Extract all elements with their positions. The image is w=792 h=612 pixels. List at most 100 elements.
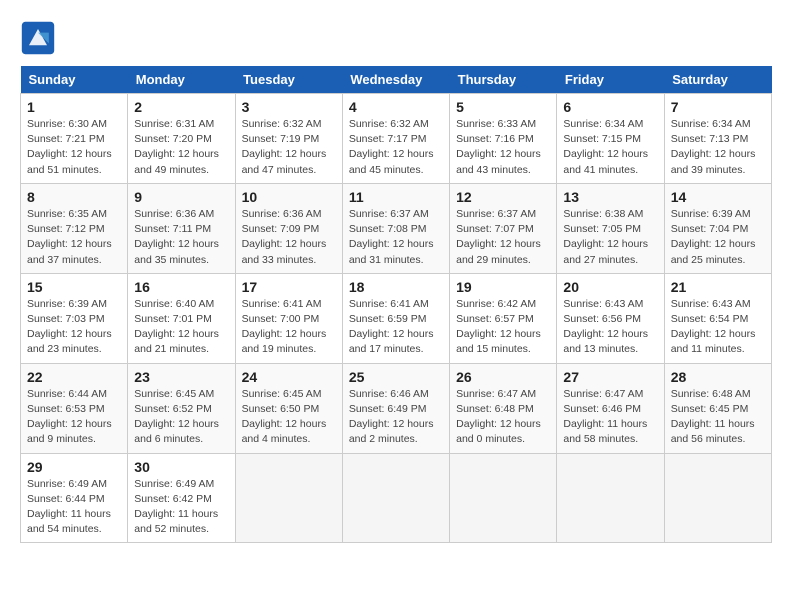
day-cell-26: 26 Sunrise: 6:47 AM Sunset: 6:48 PM Dayl… bbox=[450, 363, 557, 453]
day-info: Sunrise: 6:38 AM Sunset: 7:05 PM Dayligh… bbox=[563, 207, 657, 268]
day-cell-27: 27 Sunrise: 6:47 AM Sunset: 6:46 PM Dayl… bbox=[557, 363, 664, 453]
day-number: 15 bbox=[27, 279, 121, 295]
day-info: Sunrise: 6:48 AM Sunset: 6:45 PM Dayligh… bbox=[671, 387, 765, 448]
day-cell-12: 12 Sunrise: 6:37 AM Sunset: 7:07 PM Dayl… bbox=[450, 183, 557, 273]
day-number: 5 bbox=[456, 99, 550, 115]
day-info: Sunrise: 6:40 AM Sunset: 7:01 PM Dayligh… bbox=[134, 297, 228, 358]
day-info: Sunrise: 6:41 AM Sunset: 7:00 PM Dayligh… bbox=[242, 297, 336, 358]
day-cell-19: 19 Sunrise: 6:42 AM Sunset: 6:57 PM Dayl… bbox=[450, 273, 557, 363]
day-cell-7: 7 Sunrise: 6:34 AM Sunset: 7:13 PM Dayli… bbox=[664, 94, 771, 184]
header-wednesday: Wednesday bbox=[342, 66, 449, 94]
calendar-table: Sunday Monday Tuesday Wednesday Thursday… bbox=[20, 66, 772, 543]
page-header bbox=[20, 20, 772, 56]
day-number: 22 bbox=[27, 369, 121, 385]
header-sunday: Sunday bbox=[21, 66, 128, 94]
day-number: 28 bbox=[671, 369, 765, 385]
day-cell-18: 18 Sunrise: 6:41 AM Sunset: 6:59 PM Dayl… bbox=[342, 273, 449, 363]
day-number: 30 bbox=[134, 459, 228, 475]
day-info: Sunrise: 6:39 AM Sunset: 7:04 PM Dayligh… bbox=[671, 207, 765, 268]
day-info: Sunrise: 6:39 AM Sunset: 7:03 PM Dayligh… bbox=[27, 297, 121, 358]
day-info: Sunrise: 6:45 AM Sunset: 6:52 PM Dayligh… bbox=[134, 387, 228, 448]
day-info: Sunrise: 6:49 AM Sunset: 6:42 PM Dayligh… bbox=[134, 477, 228, 538]
day-number: 4 bbox=[349, 99, 443, 115]
day-info: Sunrise: 6:41 AM Sunset: 6:59 PM Dayligh… bbox=[349, 297, 443, 358]
day-number: 21 bbox=[671, 279, 765, 295]
header-saturday: Saturday bbox=[664, 66, 771, 94]
week-row-1: 1 Sunrise: 6:30 AM Sunset: 7:21 PM Dayli… bbox=[21, 94, 772, 184]
day-cell-20: 20 Sunrise: 6:43 AM Sunset: 6:56 PM Dayl… bbox=[557, 273, 664, 363]
day-cell-22: 22 Sunrise: 6:44 AM Sunset: 6:53 PM Dayl… bbox=[21, 363, 128, 453]
day-info: Sunrise: 6:35 AM Sunset: 7:12 PM Dayligh… bbox=[27, 207, 121, 268]
week-row-2: 8 Sunrise: 6:35 AM Sunset: 7:12 PM Dayli… bbox=[21, 183, 772, 273]
day-number: 23 bbox=[134, 369, 228, 385]
day-cell-29: 29 Sunrise: 6:49 AM Sunset: 6:44 PM Dayl… bbox=[21, 453, 128, 543]
day-cell-10: 10 Sunrise: 6:36 AM Sunset: 7:09 PM Dayl… bbox=[235, 183, 342, 273]
day-cell-24: 24 Sunrise: 6:45 AM Sunset: 6:50 PM Dayl… bbox=[235, 363, 342, 453]
day-info: Sunrise: 6:37 AM Sunset: 7:07 PM Dayligh… bbox=[456, 207, 550, 268]
day-cell-empty bbox=[342, 453, 449, 543]
day-info: Sunrise: 6:49 AM Sunset: 6:44 PM Dayligh… bbox=[27, 477, 121, 538]
day-cell-25: 25 Sunrise: 6:46 AM Sunset: 6:49 PM Dayl… bbox=[342, 363, 449, 453]
header-tuesday: Tuesday bbox=[235, 66, 342, 94]
day-number: 11 bbox=[349, 189, 443, 205]
day-info: Sunrise: 6:37 AM Sunset: 7:08 PM Dayligh… bbox=[349, 207, 443, 268]
day-number: 16 bbox=[134, 279, 228, 295]
day-cell-empty bbox=[235, 453, 342, 543]
day-cell-14: 14 Sunrise: 6:39 AM Sunset: 7:04 PM Dayl… bbox=[664, 183, 771, 273]
day-number: 20 bbox=[563, 279, 657, 295]
day-number: 7 bbox=[671, 99, 765, 115]
day-info: Sunrise: 6:32 AM Sunset: 7:17 PM Dayligh… bbox=[349, 117, 443, 178]
day-cell-6: 6 Sunrise: 6:34 AM Sunset: 7:15 PM Dayli… bbox=[557, 94, 664, 184]
day-number: 8 bbox=[27, 189, 121, 205]
day-cell-11: 11 Sunrise: 6:37 AM Sunset: 7:08 PM Dayl… bbox=[342, 183, 449, 273]
week-row-3: 15 Sunrise: 6:39 AM Sunset: 7:03 PM Dayl… bbox=[21, 273, 772, 363]
day-cell-2: 2 Sunrise: 6:31 AM Sunset: 7:20 PM Dayli… bbox=[128, 94, 235, 184]
day-number: 19 bbox=[456, 279, 550, 295]
day-info: Sunrise: 6:30 AM Sunset: 7:21 PM Dayligh… bbox=[27, 117, 121, 178]
day-number: 25 bbox=[349, 369, 443, 385]
day-cell-9: 9 Sunrise: 6:36 AM Sunset: 7:11 PM Dayli… bbox=[128, 183, 235, 273]
day-cell-3: 3 Sunrise: 6:32 AM Sunset: 7:19 PM Dayli… bbox=[235, 94, 342, 184]
day-info: Sunrise: 6:47 AM Sunset: 6:46 PM Dayligh… bbox=[563, 387, 657, 448]
day-number: 18 bbox=[349, 279, 443, 295]
day-cell-5: 5 Sunrise: 6:33 AM Sunset: 7:16 PM Dayli… bbox=[450, 94, 557, 184]
day-info: Sunrise: 6:31 AM Sunset: 7:20 PM Dayligh… bbox=[134, 117, 228, 178]
day-info: Sunrise: 6:34 AM Sunset: 7:15 PM Dayligh… bbox=[563, 117, 657, 178]
header-monday: Monday bbox=[128, 66, 235, 94]
day-info: Sunrise: 6:47 AM Sunset: 6:48 PM Dayligh… bbox=[456, 387, 550, 448]
day-cell-empty bbox=[450, 453, 557, 543]
day-cell-8: 8 Sunrise: 6:35 AM Sunset: 7:12 PM Dayli… bbox=[21, 183, 128, 273]
day-number: 2 bbox=[134, 99, 228, 115]
day-cell-23: 23 Sunrise: 6:45 AM Sunset: 6:52 PM Dayl… bbox=[128, 363, 235, 453]
day-number: 6 bbox=[563, 99, 657, 115]
week-row-5: 29 Sunrise: 6:49 AM Sunset: 6:44 PM Dayl… bbox=[21, 453, 772, 543]
day-number: 9 bbox=[134, 189, 228, 205]
day-cell-21: 21 Sunrise: 6:43 AM Sunset: 6:54 PM Dayl… bbox=[664, 273, 771, 363]
day-number: 3 bbox=[242, 99, 336, 115]
day-number: 29 bbox=[27, 459, 121, 475]
day-cell-empty bbox=[557, 453, 664, 543]
day-info: Sunrise: 6:42 AM Sunset: 6:57 PM Dayligh… bbox=[456, 297, 550, 358]
day-number: 1 bbox=[27, 99, 121, 115]
day-cell-28: 28 Sunrise: 6:48 AM Sunset: 6:45 PM Dayl… bbox=[664, 363, 771, 453]
day-number: 13 bbox=[563, 189, 657, 205]
day-number: 10 bbox=[242, 189, 336, 205]
header-friday: Friday bbox=[557, 66, 664, 94]
day-cell-16: 16 Sunrise: 6:40 AM Sunset: 7:01 PM Dayl… bbox=[128, 273, 235, 363]
day-number: 12 bbox=[456, 189, 550, 205]
day-number: 27 bbox=[563, 369, 657, 385]
day-info: Sunrise: 6:46 AM Sunset: 6:49 PM Dayligh… bbox=[349, 387, 443, 448]
day-cell-empty bbox=[664, 453, 771, 543]
day-info: Sunrise: 6:45 AM Sunset: 6:50 PM Dayligh… bbox=[242, 387, 336, 448]
day-cell-30: 30 Sunrise: 6:49 AM Sunset: 6:42 PM Dayl… bbox=[128, 453, 235, 543]
day-cell-1: 1 Sunrise: 6:30 AM Sunset: 7:21 PM Dayli… bbox=[21, 94, 128, 184]
day-cell-15: 15 Sunrise: 6:39 AM Sunset: 7:03 PM Dayl… bbox=[21, 273, 128, 363]
day-info: Sunrise: 6:43 AM Sunset: 6:56 PM Dayligh… bbox=[563, 297, 657, 358]
day-cell-4: 4 Sunrise: 6:32 AM Sunset: 7:17 PM Dayli… bbox=[342, 94, 449, 184]
day-info: Sunrise: 6:36 AM Sunset: 7:11 PM Dayligh… bbox=[134, 207, 228, 268]
day-info: Sunrise: 6:44 AM Sunset: 6:53 PM Dayligh… bbox=[27, 387, 121, 448]
day-number: 14 bbox=[671, 189, 765, 205]
day-info: Sunrise: 6:34 AM Sunset: 7:13 PM Dayligh… bbox=[671, 117, 765, 178]
day-info: Sunrise: 6:33 AM Sunset: 7:16 PM Dayligh… bbox=[456, 117, 550, 178]
day-number: 24 bbox=[242, 369, 336, 385]
